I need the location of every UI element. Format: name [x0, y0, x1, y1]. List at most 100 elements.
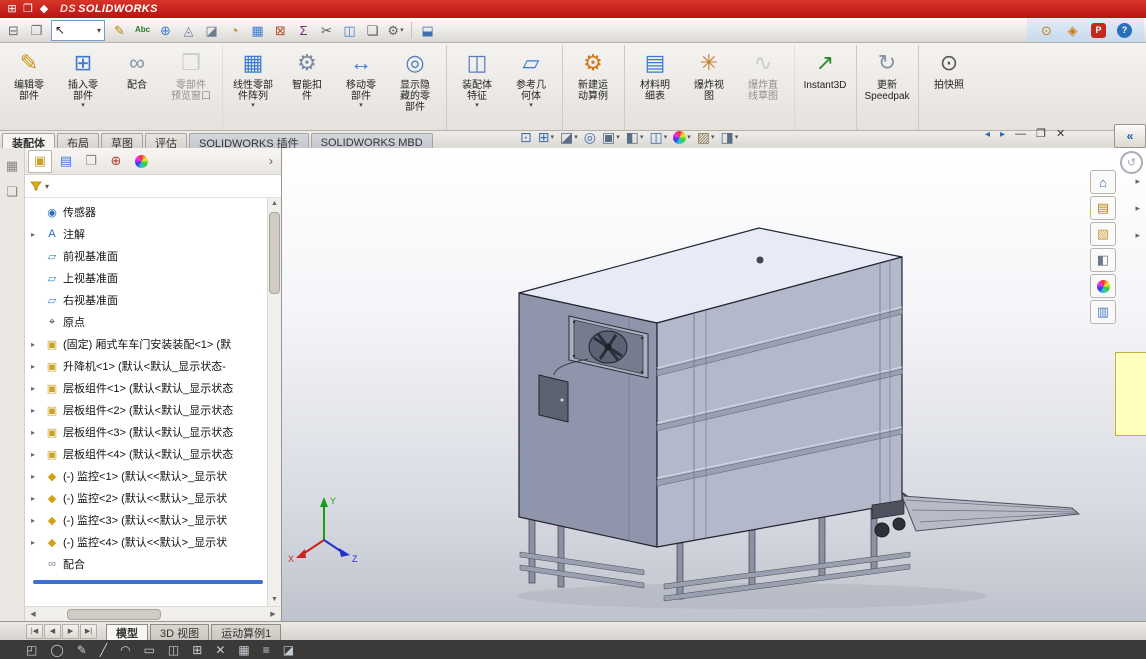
refresh-icon[interactable]: ↺	[1120, 151, 1143, 174]
show-hidden-components-button[interactable]: ◎ 显示隐 藏的零 部件 ▾	[388, 45, 447, 130]
trim-icon[interactable]: ✂▾	[315, 20, 338, 40]
screen-capture-icon[interactable]: ⬓▾	[416, 20, 439, 40]
edit-component-button[interactable]: ✎ 编辑零 部件 ▾	[2, 45, 56, 130]
tree-item[interactable]: ▸ ▣ 升降机<1> (默认<默认_显示状态-	[25, 355, 281, 377]
interference-detection-icon[interactable]: ⊠▾	[269, 20, 292, 40]
configurationmanager-tab[interactable]: ❐	[80, 151, 102, 172]
tree-filter-bar[interactable]: ▾	[25, 175, 281, 198]
window-grid-icon[interactable]: ⊞	[4, 0, 20, 18]
toolbar-icon[interactable]: ✎	[77, 644, 87, 656]
scroll-up-arrow[interactable]: ▲	[271, 198, 278, 210]
toolbar-icon[interactable]: ◯	[50, 644, 63, 656]
view-palette-icon[interactable]: ◧	[1090, 248, 1116, 272]
tree-item[interactable]: ▸ ▣ (固定) 厢式车车门安装装配<1> (默	[25, 333, 281, 355]
tab-scroll-button[interactable]: ▶|	[80, 623, 97, 639]
section-view-icon[interactable]: ◪ ▾	[558, 127, 580, 147]
scroll-left-arrow[interactable]: ◀	[27, 610, 39, 618]
toolbar-icon[interactable]: ◫	[168, 644, 179, 656]
reference-geometry-button[interactable]: ▱ 参考几 何体 ▾	[504, 45, 563, 130]
minimize-button[interactable]: —	[1015, 129, 1026, 140]
linear-component-pattern-button[interactable]: ▦ 线性零部 件阵列 ▾	[226, 45, 280, 130]
edrawings-icon[interactable]: ◈▾	[1061, 20, 1084, 40]
toolbar-icon[interactable]: ✕	[215, 644, 225, 656]
tree-item[interactable]: ▸ ▣ 层板组件<1> (默认<默认_显示状态	[25, 377, 281, 399]
dimxpert-tab[interactable]: ⊕	[105, 151, 127, 172]
web-help-icon[interactable]: ?▾	[1113, 20, 1136, 40]
app-icon[interactable]: ◆	[36, 0, 52, 18]
close-button[interactable]: ✕	[1056, 129, 1065, 140]
design-library-icon[interactable]: ▤	[1090, 196, 1116, 220]
zoom-fit-icon[interactable]: ⊡ ▾	[518, 127, 534, 147]
tab-scroll-button[interactable]: ◀	[44, 623, 61, 639]
expand-chevron[interactable]: ▸	[1135, 203, 1140, 214]
scroll-right-arrow[interactable]: ▶	[267, 610, 279, 618]
tab-scroll-button[interactable]: ▶	[62, 623, 79, 639]
insert-component-button[interactable]: ⊞ 插入零 部件 ▾	[56, 45, 110, 130]
scroll-down-arrow[interactable]: ▼	[271, 594, 278, 606]
rollback-bar[interactable]	[33, 580, 263, 584]
toolbar-icon[interactable]: ⊞	[192, 644, 202, 656]
search-icon[interactable]: ⊙▾	[1035, 20, 1058, 40]
horizontal-scrollbar[interactable]: ◀ ▶	[25, 606, 281, 621]
collapsed-toolbar-icon[interactable]: ▦	[6, 158, 18, 174]
mirror-icon[interactable]: ◫▾	[338, 20, 361, 40]
tree-item[interactable]: ▸ ◉ 传感器	[25, 201, 281, 223]
toolbar-icon[interactable]: ≡	[263, 644, 270, 656]
display-style-icon[interactable]: ◧ ▾	[624, 127, 646, 147]
graphics-viewport[interactable]: Y X Z ⌂ ▤ ▧ ◧ ▥ ▸ ▸ ▸	[282, 148, 1146, 621]
section-properties-icon[interactable]: ◪▾	[200, 20, 223, 40]
tree-item[interactable]: ▸ ◆ (-) 监控<1> (默认<<默认>_显示状	[25, 465, 281, 487]
mass-properties-icon[interactable]: ◬▾	[177, 20, 200, 40]
tile-windows-icon[interactable]: ❐▾	[25, 20, 48, 40]
file-explorer-icon[interactable]: ▧	[1090, 222, 1116, 246]
mate-button[interactable]: ∞ 配合 ▾	[110, 45, 164, 130]
tab-motion-study-1[interactable]: 运动算例1	[211, 624, 282, 641]
take-snapshot-button[interactable]: ⊙ 拍快照 ▾	[922, 45, 976, 130]
smart-fasteners-button[interactable]: ⚙ 智能扣 件 ▾	[280, 45, 334, 130]
equations-icon[interactable]: Σ▾	[292, 20, 315, 40]
select-dropdown-caret[interactable]: ▾	[97, 26, 101, 35]
new-window-icon[interactable]: ❐	[20, 0, 36, 18]
truck-model[interactable]	[518, 227, 1081, 602]
tree-item[interactable]: ▸ ◆ (-) 监控<4> (默认<<默认>_显示状	[25, 531, 281, 553]
select-tool[interactable]: ↖ ▾	[51, 19, 105, 41]
tree-item[interactable]: ▸ ◆ (-) 监控<3> (默认<<默认>_显示状	[25, 509, 281, 531]
view-settings-icon[interactable]: ◨ ▾	[718, 127, 740, 147]
move-component-button[interactable]: ↔ 移动零 部件 ▾	[334, 45, 388, 130]
displaymanager-tab[interactable]	[130, 151, 152, 172]
tree-item[interactable]: ▸ ◆ (-) 监控<2> (默认<<默认>_显示状	[25, 487, 281, 509]
solidworks-resources-icon[interactable]: ⌂	[1090, 170, 1116, 194]
featuremanager-tab[interactable]: ▣	[28, 149, 52, 173]
vertical-scrollbar[interactable]: ▲ ▼	[267, 198, 281, 606]
expand-chevron[interactable]: ▸	[1135, 176, 1140, 187]
pdf-export-icon[interactable]: P▾	[1087, 20, 1110, 40]
expand-chevron[interactable]: ▸	[1135, 230, 1140, 241]
toolbar-icon[interactable]: ◠	[120, 644, 130, 656]
filter-dropdown-caret[interactable]: ▾	[45, 182, 49, 191]
panel-expand-button[interactable]: ›	[264, 154, 278, 168]
toolbar-icon[interactable]: ▭	[144, 644, 155, 656]
options-icon[interactable]: ⚙ ▾	[384, 20, 407, 40]
component-preview-window-button[interactable]: ❒ 零部件 预览窗口 ▾	[164, 45, 223, 130]
measure-icon[interactable]: ⊕▾	[154, 20, 177, 40]
view-orientation-icon[interactable]: ▣ ▾	[600, 127, 622, 147]
scrollbar-thumb[interactable]	[269, 212, 280, 294]
tab-scroll-button[interactable]: |◀	[26, 623, 43, 639]
forward-button[interactable]: ▸	[1000, 129, 1005, 140]
tree-item[interactable]: ▸ ▣ 层板组件<2> (默认<默认_显示状态	[25, 399, 281, 421]
tab-3d-views[interactable]: 3D 视图	[150, 624, 210, 641]
zoom-area-icon[interactable]: ⊞ ▾	[536, 127, 556, 147]
update-speedpak-button[interactable]: ↻ 更新 Speedpak ▾	[860, 45, 919, 130]
performance-icon[interactable]: ◔▾	[223, 20, 246, 40]
tree-item[interactable]: ▸ ▱ 右视基准面	[25, 289, 281, 311]
tree-item[interactable]: ▸ ▣ 层板组件<3> (默认<默认_显示状态	[25, 421, 281, 443]
toolbar-icon[interactable]: ▦	[238, 644, 249, 656]
spell-check-icon[interactable]: Abc▾	[131, 20, 154, 40]
tree-item[interactable]: ▸ ∞ 配合	[25, 553, 281, 575]
apply-scene-icon[interactable]: ▨ ▾	[695, 127, 717, 147]
hide-show-items-icon[interactable]: ◫ ▾	[647, 127, 669, 147]
loading-ramp[interactable]	[901, 495, 1081, 532]
dynamic-annotation-icon[interactable]: ◎ ▾	[582, 127, 598, 147]
tab-model[interactable]: 模型	[106, 624, 148, 641]
back-button[interactable]: ◂	[985, 129, 990, 140]
